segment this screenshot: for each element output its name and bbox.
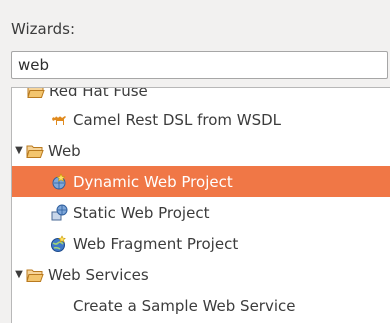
tree-item-camel-rest-dsl[interactable]: Camel Rest DSL from WSDL — [12, 104, 390, 135]
tree-item-web-fragment-project[interactable]: Web Fragment Project — [12, 228, 390, 259]
tree-item-label: Dynamic Web Project — [73, 172, 233, 191]
wizard-tree[interactable]: Red Hat Fuse Camel Rest DSL from WSDL ▼ … — [11, 87, 390, 323]
folder-open-icon — [27, 88, 45, 98]
tree-item-static-web-project[interactable]: Static Web Project — [12, 197, 390, 228]
folder-open-icon — [26, 145, 44, 158]
tree-item-create-sample-web-service[interactable]: Create a Sample Web Service — [12, 290, 390, 321]
static-web-project-icon — [51, 204, 68, 220]
wizard-selection-panel: Wizards: Red Hat Fuse Camel Rest DSL fro… — [0, 0, 390, 323]
expand-arrow-icon[interactable]: ▼ — [12, 145, 26, 156]
tree-item-dynamic-web-project[interactable]: Dynamic Web Project — [12, 166, 390, 197]
dynamic-web-project-icon — [52, 172, 66, 189]
wizards-label: Wizards: — [11, 20, 76, 38]
wizard-filter-input[interactable] — [11, 51, 388, 79]
camel-icon — [52, 115, 66, 125]
tree-item-label: Camel Rest DSL from WSDL — [73, 110, 282, 129]
tree-item-label: Red Hat Fuse — [49, 87, 148, 100]
tree-item-label: Web Fragment Project — [73, 234, 239, 253]
tree-item-web-services[interactable]: ▼ Web Services — [12, 259, 390, 290]
web-fragment-project-icon — [51, 234, 66, 252]
tree-item-label: Web — [48, 141, 81, 160]
tree-item-label: Create a Sample Web Service — [73, 296, 296, 315]
folder-open-icon — [26, 269, 44, 282]
expand-arrow-icon[interactable]: ▼ — [12, 269, 26, 280]
tree-item-label: Static Web Project — [73, 203, 210, 222]
tree-item-label: Web Services — [48, 265, 149, 284]
tree-item-web[interactable]: ▼ Web — [12, 135, 390, 166]
